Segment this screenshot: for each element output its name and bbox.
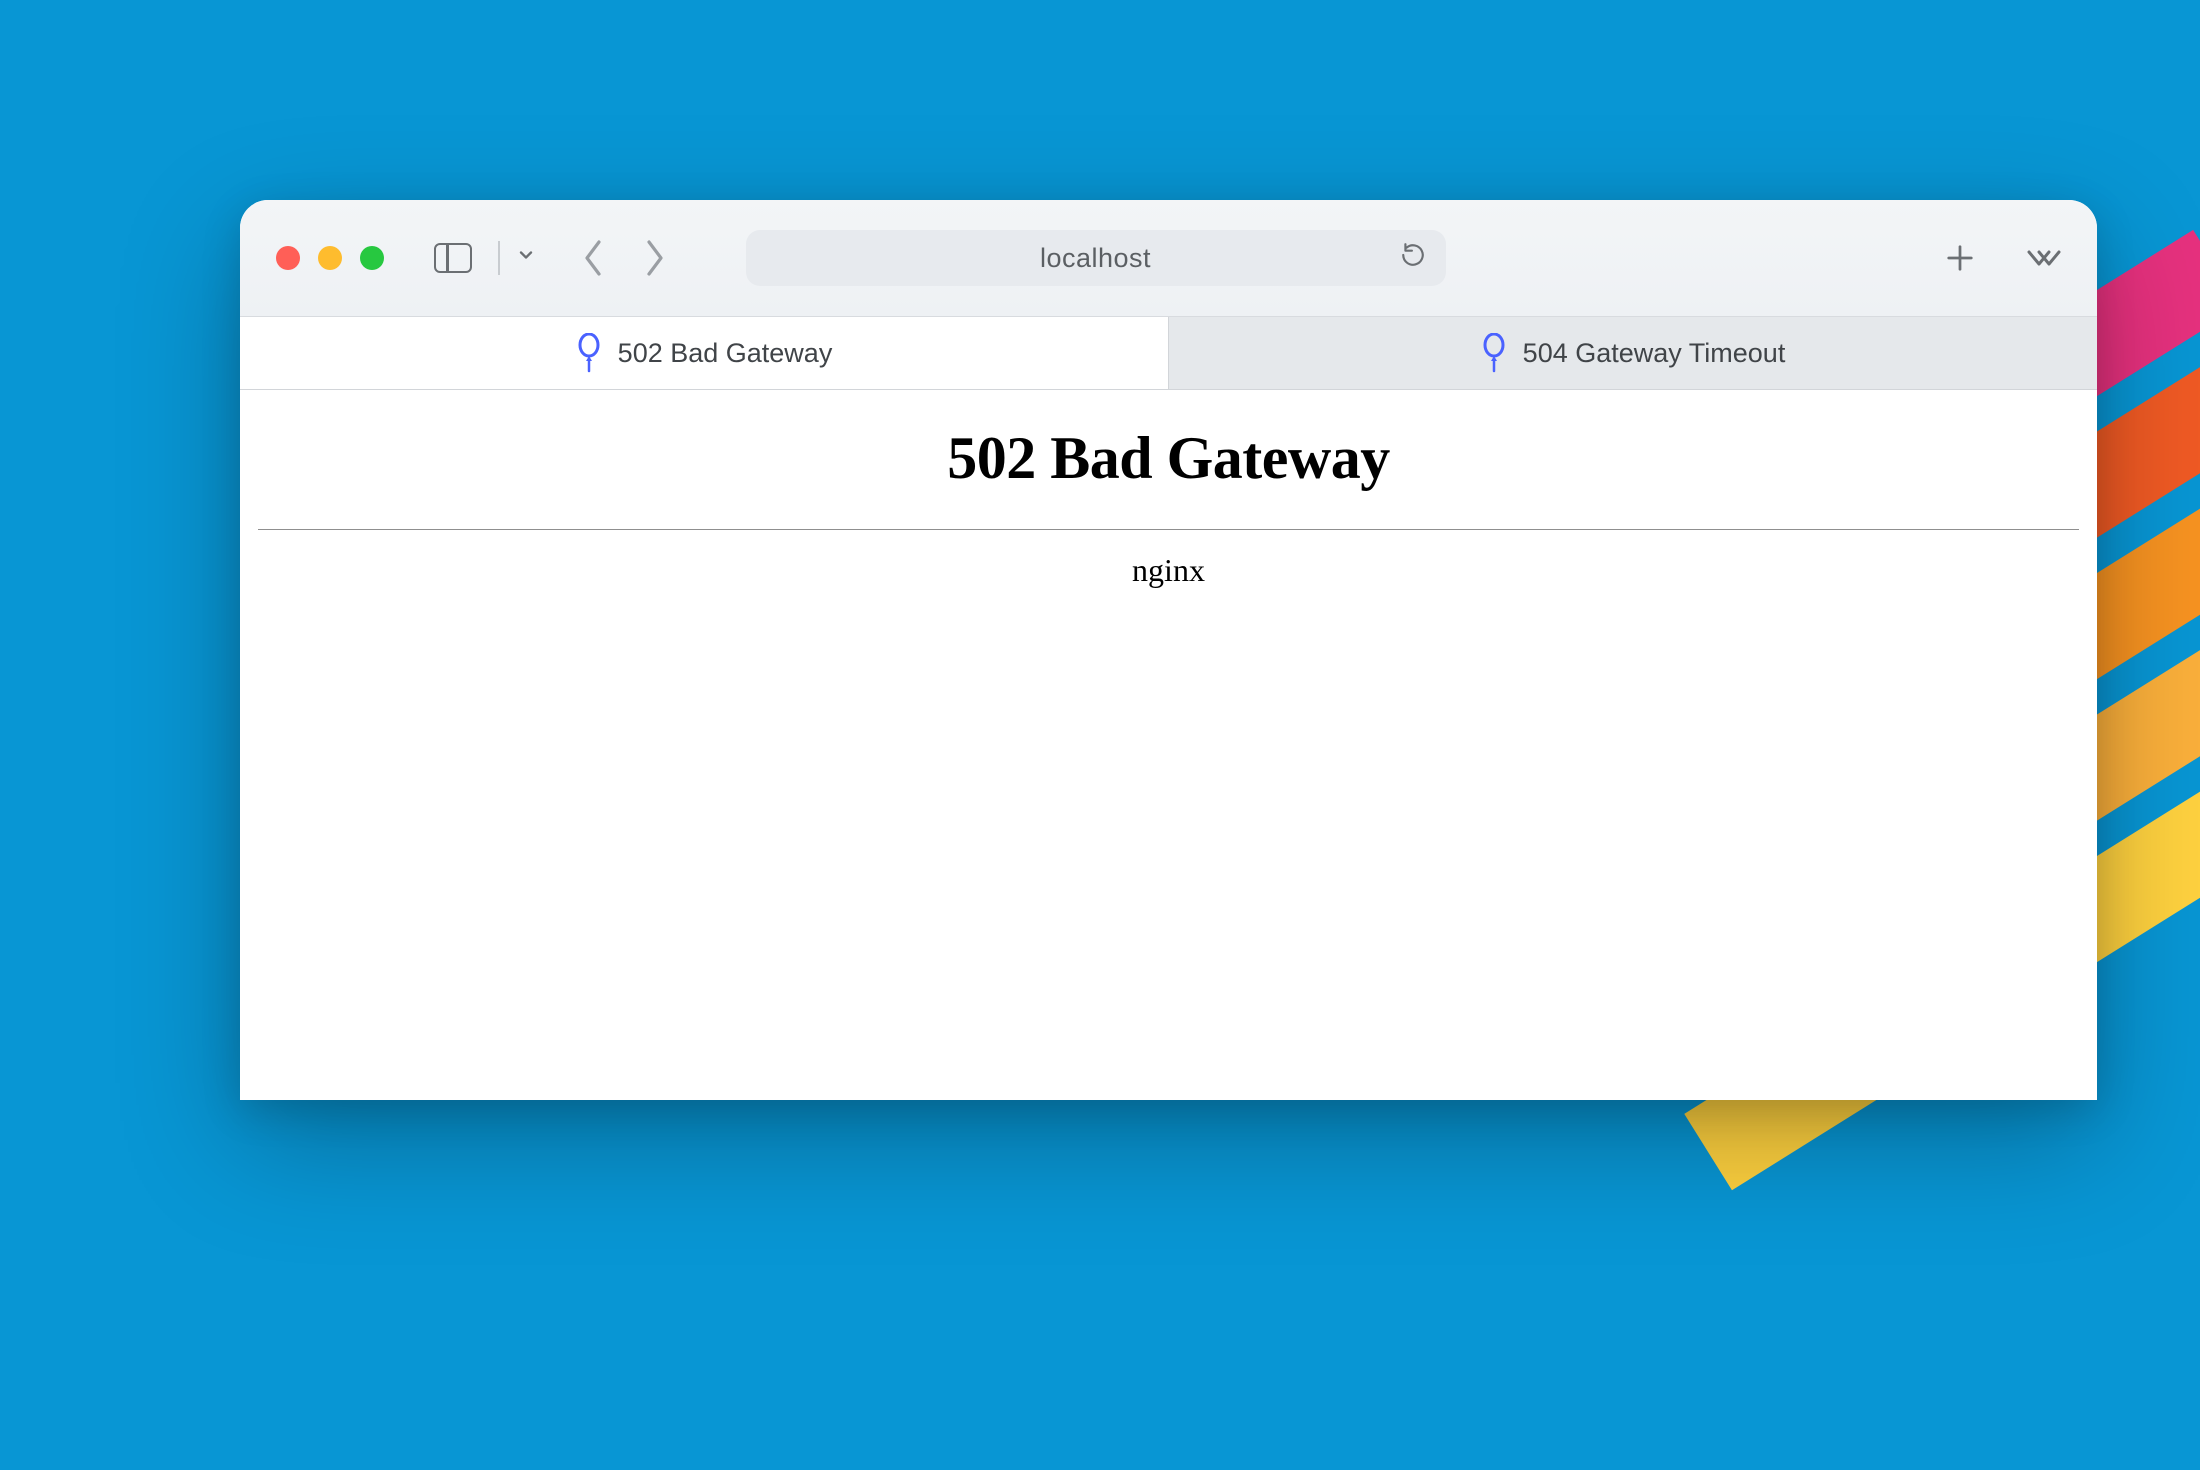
toolbar-divider [498, 241, 500, 275]
balloon-icon [576, 333, 602, 373]
address-text: localhost [1040, 243, 1151, 274]
reload-icon[interactable] [1400, 242, 1426, 275]
error-heading: 502 Bad Gateway [947, 424, 1390, 493]
browser-toolbar: localhost [240, 200, 2097, 316]
server-name: nginx [1132, 552, 1205, 589]
tab-504-gateway-timeout[interactable]: 504 Gateway Timeout [1168, 317, 2097, 389]
tab-bar: 502 Bad Gateway 504 Gateway Timeout [240, 316, 2097, 390]
new-tab-button[interactable] [1945, 243, 1975, 273]
navigation-arrows [580, 238, 668, 278]
balloon-icon [1481, 333, 1507, 373]
browser-window: localhost [240, 200, 2097, 1100]
address-bar[interactable]: localhost [746, 230, 1446, 286]
window-controls [276, 246, 384, 270]
tab-502-bad-gateway[interactable]: 502 Bad Gateway [240, 317, 1168, 389]
sidebar-toggle-button[interactable] [424, 235, 482, 281]
minimize-window-button[interactable] [318, 246, 342, 270]
toolbar-right-group [1905, 243, 2061, 273]
content-divider [258, 529, 2079, 530]
maximize-window-button[interactable] [360, 246, 384, 270]
forward-button[interactable] [642, 238, 668, 278]
tab-overflow-button[interactable] [2025, 246, 2061, 270]
tab-label: 502 Bad Gateway [618, 338, 833, 369]
chevron-down-icon[interactable] [516, 245, 536, 271]
page-content: 502 Bad Gateway nginx [240, 390, 2097, 1100]
sidebar-icon [434, 243, 472, 273]
tab-label: 504 Gateway Timeout [1523, 338, 1786, 369]
close-window-button[interactable] [276, 246, 300, 270]
back-button[interactable] [580, 238, 606, 278]
